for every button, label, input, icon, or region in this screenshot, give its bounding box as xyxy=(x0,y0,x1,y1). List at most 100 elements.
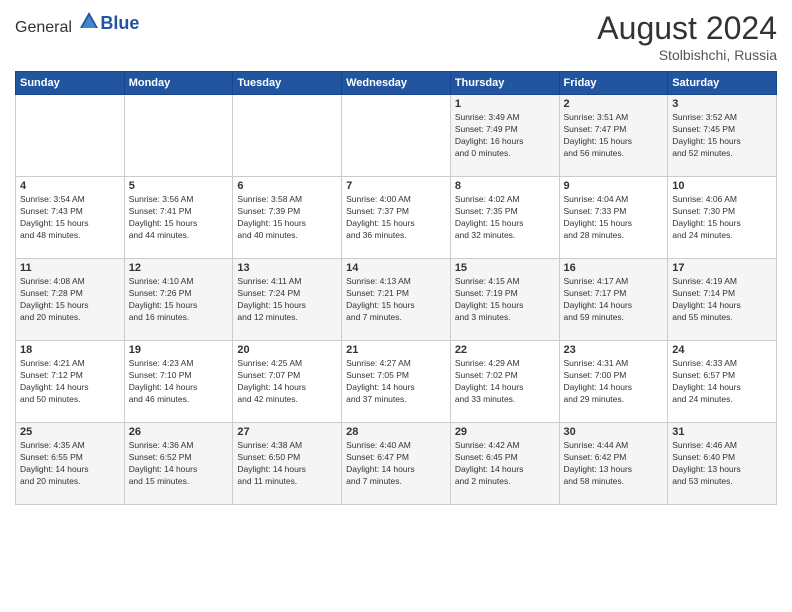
day-number: 22 xyxy=(455,344,555,356)
day-info: Sunrise: 4:44 AM Sunset: 6:42 PM Dayligh… xyxy=(564,440,664,488)
calendar-table: SundayMondayTuesdayWednesdayThursdayFrid… xyxy=(15,71,777,505)
day-info: Sunrise: 4:08 AM Sunset: 7:28 PM Dayligh… xyxy=(20,276,120,324)
calendar-cell: 18Sunrise: 4:21 AM Sunset: 7:12 PM Dayli… xyxy=(16,341,125,423)
day-info: Sunrise: 4:19 AM Sunset: 7:14 PM Dayligh… xyxy=(672,276,772,324)
header: General Blue August 2024 Stolbishchi, Ru… xyxy=(15,10,777,63)
week-row-5: 25 Sunrise: 4:35 AM Sunset: 6:55 PM Dayli… xyxy=(16,423,777,505)
day-number: 25 xyxy=(20,426,120,438)
day-number: 19 xyxy=(129,344,229,356)
calendar-cell: 3Sunrise: 3:52 AM Sunset: 7:45 PM Daylig… xyxy=(668,95,777,177)
day-number: 2 xyxy=(564,98,664,110)
day-number: 24 xyxy=(672,344,772,356)
day-number: 18 xyxy=(20,344,120,356)
calendar-cell: 13 Sunrise: 4:11 AM Sunset: 7:24 PM Dayli… xyxy=(233,259,342,341)
logo-general-text: General xyxy=(15,19,72,36)
day-number: 9 xyxy=(564,180,664,192)
day-number: 27 xyxy=(237,426,337,438)
calendar-cell: 26Sunrise: 4:36 AM Sunset: 6:52 PM Dayli… xyxy=(124,423,233,505)
day-info: Sunrise: 4:15 AM Sunset: 7:19 PM Dayligh… xyxy=(455,276,555,324)
logo: General Blue xyxy=(15,10,139,37)
calendar-cell: 20 Sunrise: 4:25 AM Sunset: 7:07 PM Dayli… xyxy=(233,341,342,423)
day-info: Sunrise: 4:06 AM Sunset: 7:30 PM Dayligh… xyxy=(672,194,772,242)
calendar-cell: 4 Sunrise: 3:54 AM Sunset: 7:43 PM Daylig… xyxy=(16,177,125,259)
calendar-cell: 1Sunrise: 3:49 AM Sunset: 7:49 PM Daylig… xyxy=(450,95,559,177)
day-number: 31 xyxy=(672,426,772,438)
logo-icon xyxy=(78,10,100,32)
day-number: 16 xyxy=(564,262,664,274)
logo-blue-text: Blue xyxy=(100,13,139,33)
weekday-friday: Friday xyxy=(559,72,668,95)
calendar-cell: 23Sunrise: 4:31 AM Sunset: 7:00 PM Dayli… xyxy=(559,341,668,423)
calendar-cell: 10 Sunrise: 4:06 AM Sunset: 7:30 PM Dayli… xyxy=(668,177,777,259)
day-number: 17 xyxy=(672,262,772,274)
weekday-monday: Monday xyxy=(124,72,233,95)
calendar-cell: 7Sunrise: 4:00 AM Sunset: 7:37 PM Daylig… xyxy=(342,177,451,259)
day-number: 10 xyxy=(672,180,772,192)
calendar-cell: 5Sunrise: 3:56 AM Sunset: 7:41 PM Daylig… xyxy=(124,177,233,259)
weekday-header-row: SundayMondayTuesdayWednesdayThursdayFrid… xyxy=(16,72,777,95)
calendar-cell: 9 Sunrise: 4:04 AM Sunset: 7:33 PM Daylig… xyxy=(559,177,668,259)
calendar-cell: 25 Sunrise: 4:35 AM Sunset: 6:55 PM Dayli… xyxy=(16,423,125,505)
calendar-cell xyxy=(16,95,125,177)
month-year: August 2024 xyxy=(597,10,777,47)
day-number: 11 xyxy=(20,262,120,274)
calendar-cell: 17 Sunrise: 4:19 AM Sunset: 7:14 PM Dayli… xyxy=(668,259,777,341)
calendar-cell: 16 Sunrise: 4:17 AM Sunset: 7:17 PM Dayli… xyxy=(559,259,668,341)
day-number: 21 xyxy=(346,344,446,356)
day-number: 30 xyxy=(564,426,664,438)
day-number: 13 xyxy=(237,262,337,274)
day-number: 5 xyxy=(129,180,229,192)
day-number: 12 xyxy=(129,262,229,274)
weekday-thursday: Thursday xyxy=(450,72,559,95)
day-info: Sunrise: 4:10 AM Sunset: 7:26 PM Dayligh… xyxy=(129,276,229,324)
day-info: Sunrise: 4:46 AM Sunset: 6:40 PM Dayligh… xyxy=(672,440,772,488)
calendar-cell: 14Sunrise: 4:13 AM Sunset: 7:21 PM Dayli… xyxy=(342,259,451,341)
day-info: Sunrise: 3:49 AM Sunset: 7:49 PM Dayligh… xyxy=(455,112,555,160)
weekday-tuesday: Tuesday xyxy=(233,72,342,95)
day-info: Sunrise: 4:23 AM Sunset: 7:10 PM Dayligh… xyxy=(129,358,229,406)
day-info: Sunrise: 4:25 AM Sunset: 7:07 PM Dayligh… xyxy=(237,358,337,406)
day-info: Sunrise: 4:40 AM Sunset: 6:47 PM Dayligh… xyxy=(346,440,446,488)
calendar-cell: 31 Sunrise: 4:46 AM Sunset: 6:40 PM Dayli… xyxy=(668,423,777,505)
day-info: Sunrise: 3:51 AM Sunset: 7:47 PM Dayligh… xyxy=(564,112,664,160)
weekday-saturday: Saturday xyxy=(668,72,777,95)
week-row-3: 11 Sunrise: 4:08 AM Sunset: 7:28 PM Dayli… xyxy=(16,259,777,341)
calendar-cell: 2 Sunrise: 3:51 AM Sunset: 7:47 PM Daylig… xyxy=(559,95,668,177)
calendar-cell xyxy=(233,95,342,177)
title-block: August 2024 Stolbishchi, Russia xyxy=(597,10,777,63)
day-info: Sunrise: 3:54 AM Sunset: 7:43 PM Dayligh… xyxy=(20,194,120,242)
week-row-2: 4 Sunrise: 3:54 AM Sunset: 7:43 PM Daylig… xyxy=(16,177,777,259)
calendar-cell: 6Sunrise: 3:58 AM Sunset: 7:39 PM Daylig… xyxy=(233,177,342,259)
week-row-1: 1Sunrise: 3:49 AM Sunset: 7:49 PM Daylig… xyxy=(16,95,777,177)
calendar-cell: 8Sunrise: 4:02 AM Sunset: 7:35 PM Daylig… xyxy=(450,177,559,259)
calendar-cell xyxy=(124,95,233,177)
calendar-cell: 12 Sunrise: 4:10 AM Sunset: 7:26 PM Dayli… xyxy=(124,259,233,341)
day-number: 4 xyxy=(20,180,120,192)
day-number: 28 xyxy=(346,426,446,438)
day-number: 8 xyxy=(455,180,555,192)
day-info: Sunrise: 4:31 AM Sunset: 7:00 PM Dayligh… xyxy=(564,358,664,406)
day-info: Sunrise: 4:33 AM Sunset: 6:57 PM Dayligh… xyxy=(672,358,772,406)
calendar-cell xyxy=(342,95,451,177)
day-number: 14 xyxy=(346,262,446,274)
day-info: Sunrise: 4:04 AM Sunset: 7:33 PM Dayligh… xyxy=(564,194,664,242)
calendar-cell: 30 Sunrise: 4:44 AM Sunset: 6:42 PM Dayli… xyxy=(559,423,668,505)
day-info: Sunrise: 4:11 AM Sunset: 7:24 PM Dayligh… xyxy=(237,276,337,324)
calendar-cell: 19 Sunrise: 4:23 AM Sunset: 7:10 PM Dayli… xyxy=(124,341,233,423)
calendar-cell: 24 Sunrise: 4:33 AM Sunset: 6:57 PM Dayli… xyxy=(668,341,777,423)
calendar-body: 1Sunrise: 3:49 AM Sunset: 7:49 PM Daylig… xyxy=(16,95,777,505)
day-number: 20 xyxy=(237,344,337,356)
day-info: Sunrise: 4:35 AM Sunset: 6:55 PM Dayligh… xyxy=(20,440,120,488)
day-info: Sunrise: 4:17 AM Sunset: 7:17 PM Dayligh… xyxy=(564,276,664,324)
calendar-cell: 28 Sunrise: 4:40 AM Sunset: 6:47 PM Dayli… xyxy=(342,423,451,505)
day-number: 26 xyxy=(129,426,229,438)
calendar-header: SundayMondayTuesdayWednesdayThursdayFrid… xyxy=(16,72,777,95)
calendar-cell: 27Sunrise: 4:38 AM Sunset: 6:50 PM Dayli… xyxy=(233,423,342,505)
day-number: 15 xyxy=(455,262,555,274)
day-info: Sunrise: 4:27 AM Sunset: 7:05 PM Dayligh… xyxy=(346,358,446,406)
calendar-cell: 11 Sunrise: 4:08 AM Sunset: 7:28 PM Dayli… xyxy=(16,259,125,341)
day-info: Sunrise: 4:42 AM Sunset: 6:45 PM Dayligh… xyxy=(455,440,555,488)
day-info: Sunrise: 3:52 AM Sunset: 7:45 PM Dayligh… xyxy=(672,112,772,160)
calendar-cell: 29Sunrise: 4:42 AM Sunset: 6:45 PM Dayli… xyxy=(450,423,559,505)
calendar-cell: 15 Sunrise: 4:15 AM Sunset: 7:19 PM Dayli… xyxy=(450,259,559,341)
